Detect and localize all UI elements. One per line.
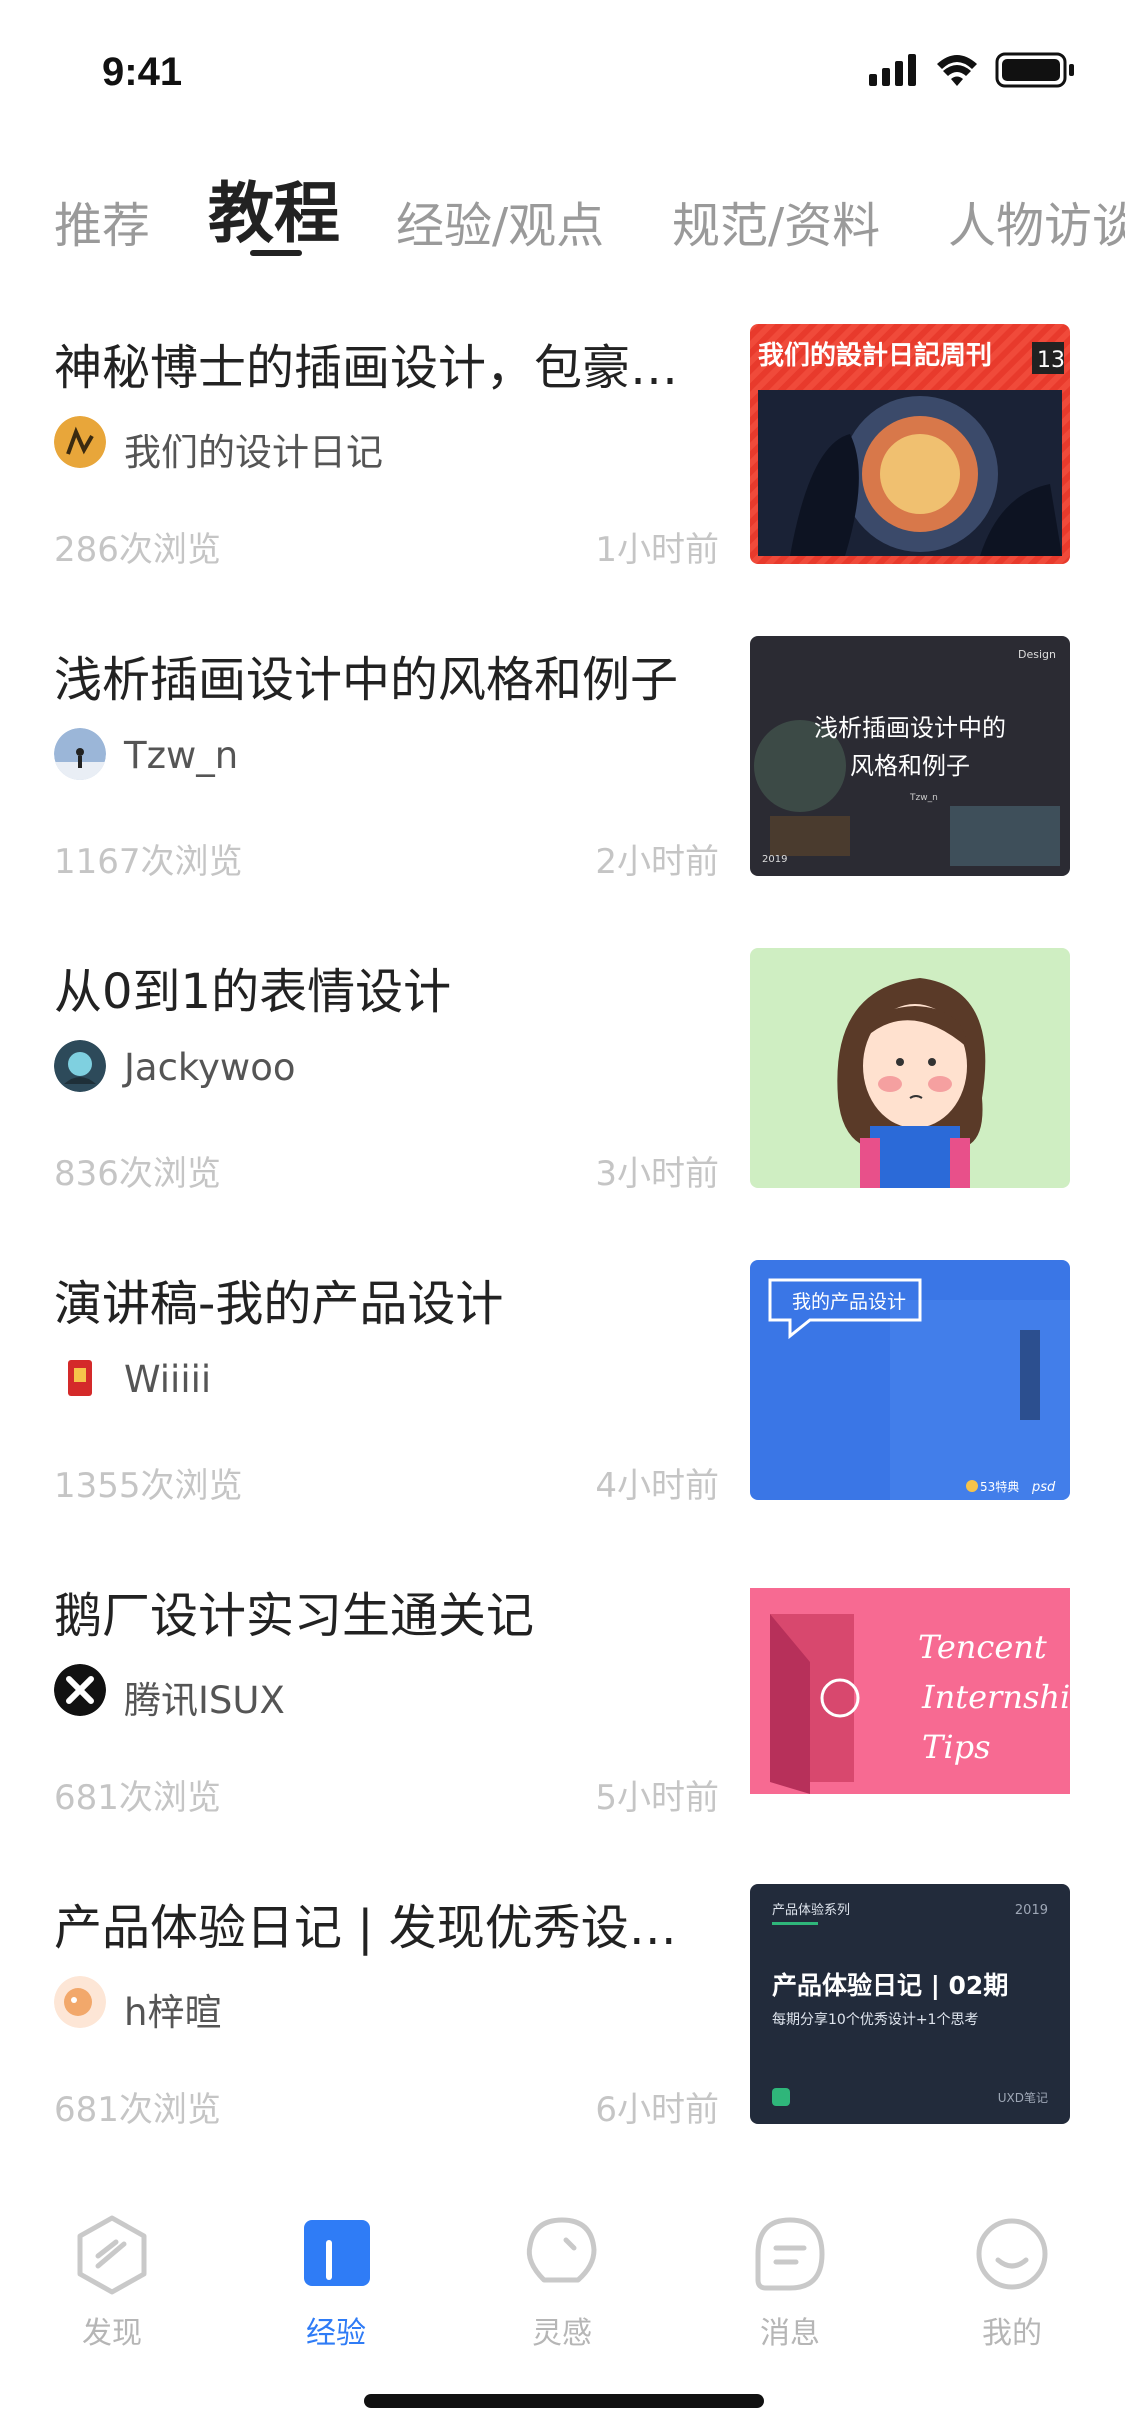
nav-experience[interactable]: 经验 (256, 2210, 416, 2351)
nav-label: 发现 (82, 2316, 142, 2351)
author-name[interactable]: Wiiiii (124, 1358, 211, 1401)
author-name[interactable]: 我们的设计日记 (124, 422, 383, 476)
article-title[interactable]: 鹅厂设计实习生通关记 (54, 1576, 704, 1646)
nav-label: 灵感 (532, 2316, 592, 2351)
article-thumbnail[interactable] (750, 948, 1070, 1188)
nav-inspiration[interactable]: 灵感 (482, 2210, 642, 2351)
timestamp: 5小时前 (595, 1778, 719, 1818)
list-item[interactable]: 神秘博士的插画设计，包豪斯的主题插画 我们的设计日记 286次浏览 1小时前 (0, 300, 1125, 612)
nav-label: 经验 (306, 2316, 366, 2351)
book-icon (304, 2220, 370, 2286)
nav-messages[interactable]: 消息 (710, 2210, 870, 2351)
status-bar: 9:41 (0, 0, 1125, 132)
timestamp: 6小时前 (595, 2090, 719, 2130)
article-thumbnail[interactable]: Tencent Internship Tips (750, 1572, 1070, 1812)
article-list: 神秘博士的插画设计，包豪斯的主题插画 我们的设计日记 286次浏览 1小时前 (0, 300, 1125, 2172)
thumb-author: Tzw_n (909, 793, 938, 803)
thumb-issue: 13 (1037, 348, 1065, 373)
thumb-year: 2019 (762, 854, 787, 865)
view-count: 286次浏览 (54, 530, 221, 570)
thumb-format: psd (1031, 1480, 1056, 1495)
list-item[interactable]: 产品体验日记 | 发现优秀设计… h梓暄 681次浏览 6小时前 产品体验系列 … (0, 1860, 1125, 2172)
timestamp: 4小时前 (595, 1466, 719, 1506)
view-count: 1167次浏览 (54, 842, 243, 882)
list-item[interactable]: 浅析插画设计中的风格和例子 Tzw_n 1167次浏览 2小时前 浅析插画设计中… (0, 612, 1125, 924)
message-icon (755, 2217, 825, 2291)
article-title[interactable]: 产品体验日记 | 发现优秀设计… (54, 1888, 704, 1958)
thumb-subtitle: 风格和例子 (850, 752, 970, 780)
avatar[interactable] (54, 416, 106, 468)
avatar[interactable] (54, 1352, 106, 1404)
battery-icon (995, 52, 1074, 88)
view-count: 836次浏览 (54, 1154, 221, 1194)
tab-standards[interactable]: 规范/资料 (672, 186, 880, 256)
article-thumbnail[interactable]: 浅析插画设计中的 风格和例子 Design 2019 Tzw_n (750, 636, 1070, 876)
avatar[interactable] (54, 1664, 106, 1716)
author-name[interactable]: Jackywoo (124, 1046, 295, 1089)
thumb-tag: Design (1018, 648, 1056, 661)
active-tab-indicator (250, 250, 302, 256)
thumb-brand: UXD笔记 (998, 2090, 1048, 2105)
signal-icon (869, 54, 916, 86)
compass-icon (77, 2215, 147, 2295)
thumb-series: 产品体验系列 (772, 1902, 850, 1918)
tab-experience[interactable]: 经验/观点 (396, 186, 604, 256)
thumb-title: 我们的設計日記周刊 (758, 340, 992, 371)
thumb-title: Tencent (918, 1628, 1047, 1666)
list-item[interactable]: 鹅厂设计实习生通关记 腾讯ISUX 681次浏览 5小时前 Tencent In… (0, 1548, 1125, 1860)
view-count: 1355次浏览 (54, 1466, 243, 1506)
lightbulb-icon (526, 2217, 597, 2283)
thumb-caption: Tips (922, 1728, 990, 1766)
article-thumbnail[interactable]: 我的产品设计 53特典 psd (750, 1260, 1070, 1500)
article-thumbnail[interactable]: 我们的設計日記周刊 13 (750, 324, 1070, 564)
tab-interviews[interactable]: 人物访谈 (948, 186, 1125, 256)
article-thumbnail[interactable]: 产品体验系列 2019 产品体验日记 | 02期 每期分享10个优秀设计+1个思… (750, 1884, 1070, 2124)
nav-label: 消息 (760, 2316, 820, 2351)
author-name[interactable]: Tzw_n (124, 734, 238, 777)
category-tabs: 推荐 教程 经验/观点 规范/资料 人物访谈 (0, 150, 1125, 270)
view-count: 681次浏览 (54, 2090, 221, 2130)
list-item[interactable]: 从0到1的表情设计 Jackywoo 836次浏览 3小时前 (0, 924, 1125, 1236)
timestamp: 2小时前 (595, 842, 719, 882)
avatar[interactable] (54, 1040, 106, 1092)
article-title[interactable]: 从0到1的表情设计 (54, 952, 704, 1022)
home-indicator[interactable] (364, 2394, 764, 2408)
thumb-subtitle: 每期分享10个优秀设计+1个思考 (772, 2011, 978, 2028)
article-title[interactable]: 浅析插画设计中的风格和例子 (54, 640, 704, 710)
article-title[interactable]: 演讲稿-我的产品设计 (54, 1264, 704, 1334)
thumb-brand: 53特典 (980, 1479, 1019, 1494)
timestamp: 3小时前 (595, 1154, 719, 1194)
list-item[interactable]: 演讲稿-我的产品设计 Wiiiii 1355次浏览 4小时前 我的产品设计 53… (0, 1236, 1125, 1548)
tab-recommend[interactable]: 推荐 (54, 186, 150, 256)
nav-profile[interactable]: 我的 (932, 2210, 1092, 2351)
nav-discover[interactable]: 发现 (32, 2210, 192, 2351)
timestamp: 1小时前 (595, 530, 719, 570)
thumb-year: 2019 (1015, 1903, 1048, 1918)
nav-label: 我的 (982, 2316, 1042, 2351)
article-title[interactable]: 神秘博士的插画设计，包豪斯的主题插画 (54, 328, 704, 398)
author-name[interactable]: 腾讯ISUX (124, 1670, 285, 1724)
thumb-title: 我的产品设计 (792, 1291, 906, 1313)
thumb-title: 产品体验日记 | 02期 (772, 1971, 1008, 2000)
smile-icon (976, 2218, 1048, 2290)
tab-tutorial[interactable]: 教程 (208, 160, 340, 256)
wifi-icon (937, 55, 977, 86)
thumb-title: 浅析插画设计中的 (814, 714, 1006, 742)
status-icons (869, 50, 1079, 90)
author-name[interactable]: h梓暄 (124, 1982, 221, 2036)
avatar[interactable] (54, 728, 106, 780)
avatar[interactable] (54, 1976, 106, 2028)
view-count: 681次浏览 (54, 1778, 221, 1818)
status-time: 9:41 (102, 50, 183, 94)
thumb-subtitle: Internship (921, 1678, 1070, 1716)
